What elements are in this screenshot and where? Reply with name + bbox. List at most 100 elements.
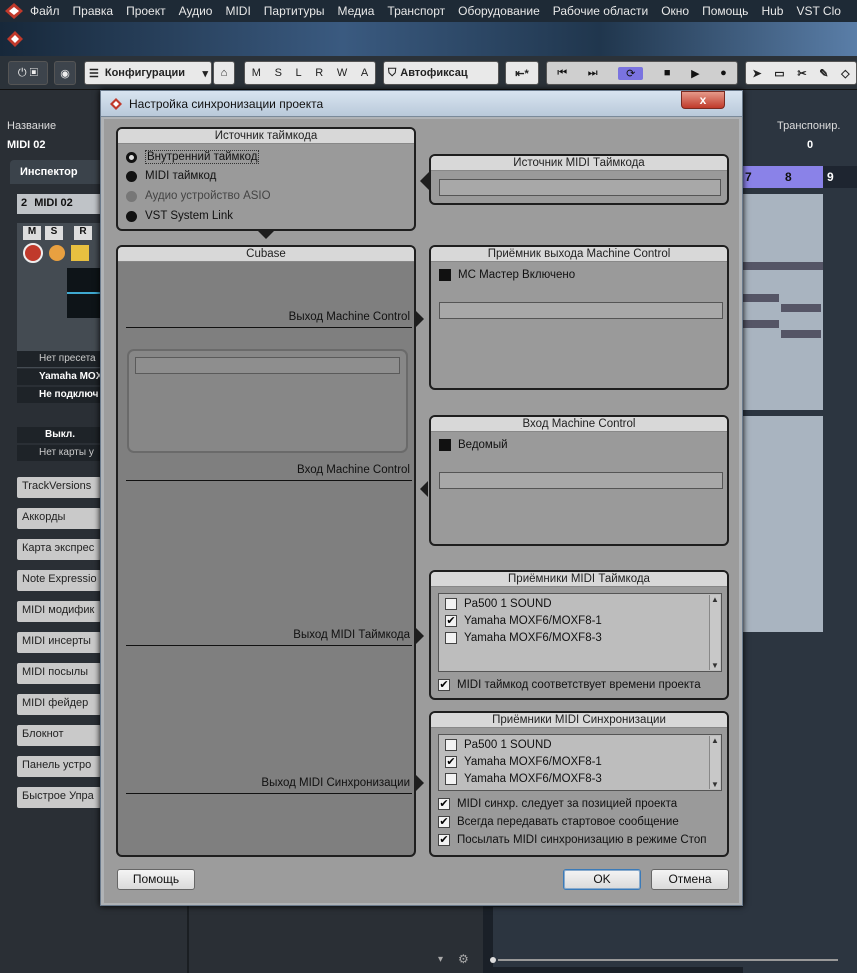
list-scrollbar[interactable]: ▲ ▼ bbox=[709, 736, 720, 789]
note-icon[interactable] bbox=[71, 245, 89, 261]
eraser-icon[interactable]: ◇ bbox=[841, 67, 849, 80]
solo-button[interactable]: S bbox=[45, 226, 63, 240]
channel-field[interactable]: Не подключ bbox=[17, 387, 103, 403]
section-notepad[interactable]: Блокнот bbox=[17, 725, 101, 746]
close-button[interactable]: x bbox=[681, 91, 725, 109]
always-send-start-checkbox[interactable]: ✔ Всегда передавать стартовое сообщение bbox=[438, 816, 679, 828]
ok-button[interactable]: OK bbox=[563, 869, 641, 890]
record-enable-button[interactable] bbox=[23, 243, 43, 263]
list-item[interactable]: Yamaha MOXF6/MOXF8-3 bbox=[445, 632, 602, 644]
list-item[interactable]: ✔ Yamaha MOXF6/MOXF8-1 bbox=[445, 756, 602, 768]
midi-tc-follows-project-checkbox[interactable]: ✔ MIDI таймкод соответствует времени про… bbox=[438, 679, 701, 691]
pointer-icon[interactable]: ➤ bbox=[752, 67, 761, 80]
list-item[interactable]: Pa500 1 SOUND bbox=[445, 739, 552, 751]
monitor-button[interactable] bbox=[49, 245, 65, 261]
mute-mode-letter[interactable]: M bbox=[252, 67, 261, 79]
scroll-up-icon[interactable]: ▲ bbox=[710, 595, 720, 604]
ruler[interactable]: 7 8 9 bbox=[743, 166, 857, 188]
midi-part[interactable] bbox=[743, 416, 823, 632]
inspector-track-header[interactable]: 2 MIDI 02 bbox=[17, 194, 103, 214]
record-icon[interactable]: ● bbox=[720, 67, 727, 79]
midi-part[interactable] bbox=[743, 194, 823, 410]
gear-icon[interactable]: ⚙ bbox=[458, 952, 469, 966]
menu-item[interactable]: Партитуры bbox=[264, 4, 325, 18]
scroll-up-icon[interactable]: ▲ bbox=[710, 736, 720, 745]
section-quick-controls[interactable]: Быстрое Упра bbox=[17, 787, 101, 808]
section-trackversions[interactable]: TrackVersions bbox=[17, 477, 101, 498]
mc-master-checkbox[interactable]: МС Мастер Включено bbox=[439, 269, 575, 281]
midi-timecode-destinations-list[interactable]: Pa500 1 SOUND ✔ Yamaha MOXF6/MOXF8-1 Yama… bbox=[438, 593, 722, 672]
section-expression-map[interactable]: Карта экспрес bbox=[17, 539, 101, 560]
menu-item[interactable]: Hub bbox=[761, 4, 783, 18]
cycle-icon[interactable]: ⟳ bbox=[618, 66, 644, 80]
cancel-button[interactable]: Отмена bbox=[651, 869, 729, 890]
program-field[interactable]: Выкл. bbox=[17, 427, 103, 443]
listen-mode-letter[interactable]: L bbox=[296, 67, 302, 79]
constrain-delay-icon[interactable]: ◉ bbox=[54, 61, 76, 85]
midi-sync-follows-position-checkbox[interactable]: ✔ MIDI синхр. следует за позицией проект… bbox=[438, 798, 677, 810]
radio-midi-timecode[interactable]: MIDI таймкод bbox=[126, 170, 216, 182]
scissors-icon[interactable]: ✂ bbox=[797, 67, 806, 80]
solo-mode-letter[interactable]: S bbox=[275, 67, 282, 79]
mc-in-device-field[interactable] bbox=[439, 472, 723, 489]
help-button[interactable]: Помощь bbox=[117, 869, 195, 890]
split-icon[interactable]: ⇤* bbox=[505, 61, 539, 85]
inspector-tab[interactable]: Инспектор bbox=[10, 160, 103, 184]
section-midi-modifiers[interactable]: MIDI модифик bbox=[17, 601, 101, 622]
menu-item[interactable]: MIDI bbox=[225, 4, 250, 18]
menu-item[interactable]: Проект bbox=[126, 4, 166, 18]
mc-out-device-field[interactable] bbox=[439, 302, 723, 319]
play-icon[interactable]: ▶ bbox=[691, 67, 699, 80]
read-button[interactable]: R bbox=[74, 226, 92, 240]
horizontal-scrollbar[interactable] bbox=[490, 955, 857, 965]
slave-checkbox[interactable]: Ведомый bbox=[439, 439, 508, 451]
section-midi-sends[interactable]: MIDI посылы bbox=[17, 663, 101, 684]
output-device-field[interactable]: Yamaha MOX bbox=[17, 369, 103, 385]
section-device-panel[interactable]: Панель устро bbox=[17, 756, 101, 777]
list-item[interactable]: Pa500 1 SOUND bbox=[445, 598, 552, 610]
pencil-icon[interactable]: ✎ bbox=[819, 67, 828, 80]
write-mode-letter[interactable]: W bbox=[337, 67, 347, 79]
menu-item[interactable]: Файл bbox=[30, 4, 60, 18]
list-item[interactable]: ✔ Yamaha MOXF6/MOXF8-1 bbox=[445, 615, 602, 627]
section-chords[interactable]: Аккорды bbox=[17, 508, 101, 529]
go-to-end-icon[interactable]: ⏭ bbox=[588, 67, 598, 80]
radio-vst-system-link[interactable]: VST System Link bbox=[126, 210, 233, 222]
mc-in-line bbox=[126, 480, 412, 481]
mute-button[interactable]: M bbox=[23, 226, 41, 240]
save-config-icon[interactable]: ⌂ bbox=[213, 61, 235, 85]
menu-item[interactable]: Правка bbox=[73, 4, 114, 18]
preset-field[interactable]: Нет пресета bbox=[17, 351, 103, 367]
menu-item[interactable]: Помощь bbox=[702, 4, 748, 18]
section-midi-inserts[interactable]: MIDI инсерты bbox=[17, 632, 101, 653]
list-item[interactable]: Yamaha MOXF6/MOXF8-3 bbox=[445, 773, 602, 785]
configurations-dropdown[interactable]: ☰ Конфигурации ▾ bbox=[84, 61, 212, 85]
autofix-dropdown[interactable]: ⛉ Автофиксац bbox=[383, 61, 499, 85]
chevron-down-icon[interactable]: ▾ bbox=[438, 954, 443, 965]
scroll-down-icon[interactable]: ▼ bbox=[710, 780, 720, 789]
automation-mode-buttons[interactable]: M S L R W A bbox=[244, 61, 376, 85]
menu-item[interactable]: Рабочие области bbox=[553, 4, 648, 18]
radio-internal-timecode[interactable]: Внутренний таймкод bbox=[126, 150, 260, 164]
range-icon[interactable]: ▭ bbox=[774, 67, 784, 80]
automation-mode-letter[interactable]: A bbox=[361, 67, 368, 79]
stop-icon[interactable]: ■ bbox=[664, 67, 671, 79]
menu-item[interactable]: Аудио bbox=[179, 4, 213, 18]
activate-project-button[interactable]: ⏻ ▣ bbox=[8, 61, 48, 85]
menu-item[interactable]: Оборудование bbox=[458, 4, 540, 18]
read-mode-letter[interactable]: R bbox=[315, 67, 323, 79]
scroll-down-icon[interactable]: ▼ bbox=[710, 661, 720, 670]
section-note-expression[interactable]: Note Expressio bbox=[17, 570, 101, 591]
menu-item[interactable]: Медиа bbox=[338, 4, 375, 18]
go-to-start-icon[interactable]: ⏮ bbox=[557, 67, 567, 80]
menu-item[interactable]: Транспорт bbox=[387, 4, 445, 18]
midi-timecode-source-field[interactable] bbox=[439, 179, 721, 196]
list-scrollbar[interactable]: ▲ ▼ bbox=[709, 595, 720, 670]
menu-item[interactable]: VST Clo bbox=[796, 4, 840, 18]
map-field[interactable]: Нет карты у bbox=[17, 445, 103, 461]
send-sync-in-stop-checkbox[interactable]: ✔ Посылать MIDI синхронизацию в режиме С… bbox=[438, 834, 706, 846]
section-midi-fader[interactable]: MIDI фейдер bbox=[17, 694, 101, 715]
midi-sync-destinations-list[interactable]: Pa500 1 SOUND ✔ Yamaha MOXF6/MOXF8-1 Yama… bbox=[438, 734, 722, 791]
menu-item[interactable]: Окно bbox=[661, 4, 689, 18]
radio-icon bbox=[126, 170, 137, 182]
